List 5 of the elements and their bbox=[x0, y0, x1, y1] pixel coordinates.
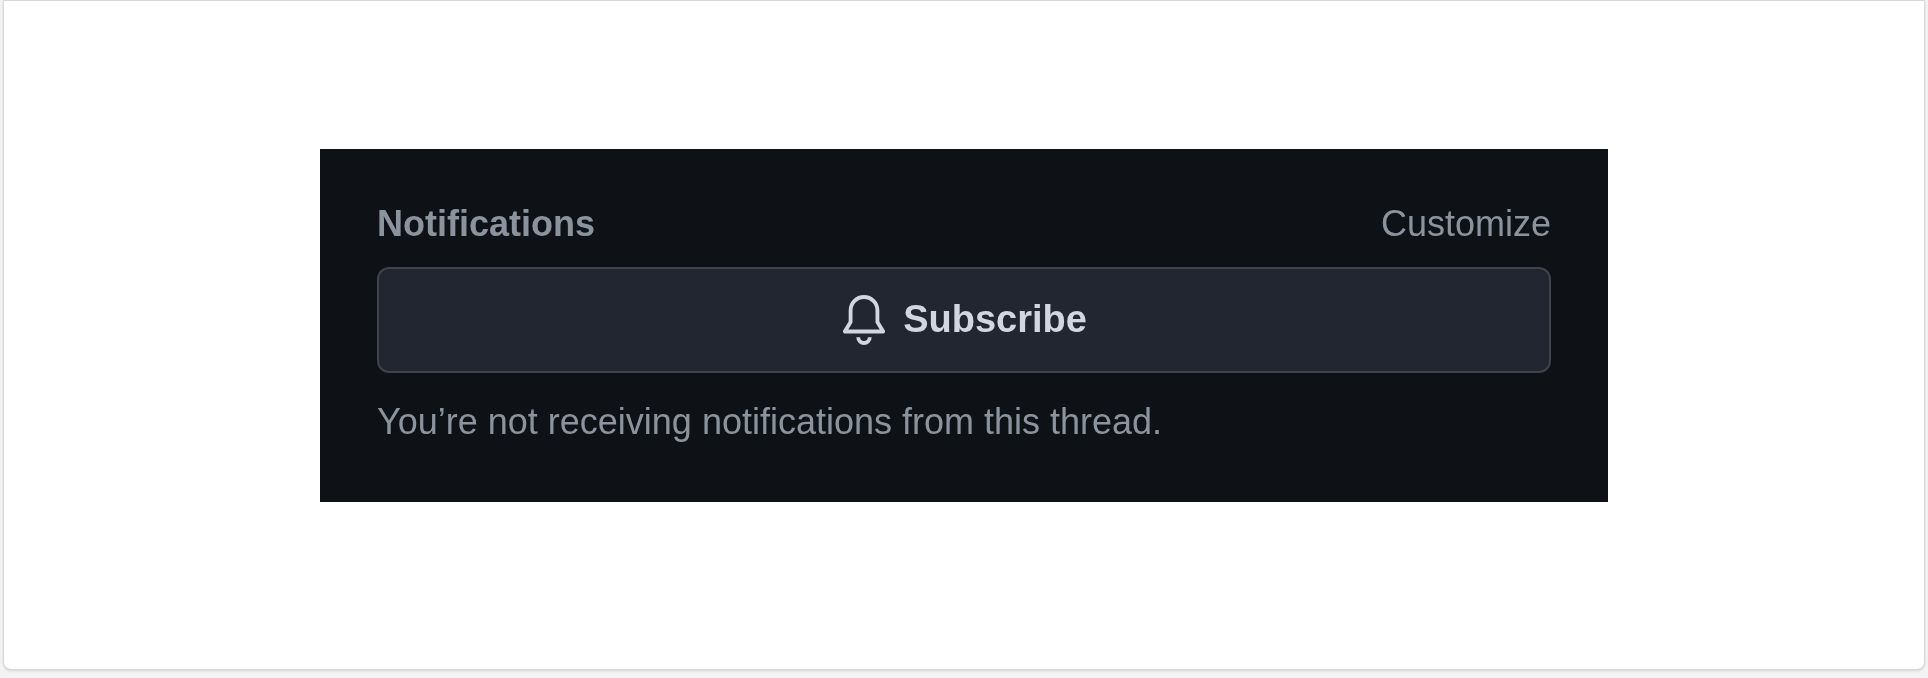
subscribe-button[interactable]: Subscribe bbox=[377, 266, 1551, 373]
status-text: You’re not receiving notifications from this thread. bbox=[377, 399, 1164, 444]
section-title: Notifications bbox=[377, 201, 595, 246]
customize-link[interactable]: Customize bbox=[1380, 196, 1551, 251]
bell-icon bbox=[841, 292, 888, 347]
